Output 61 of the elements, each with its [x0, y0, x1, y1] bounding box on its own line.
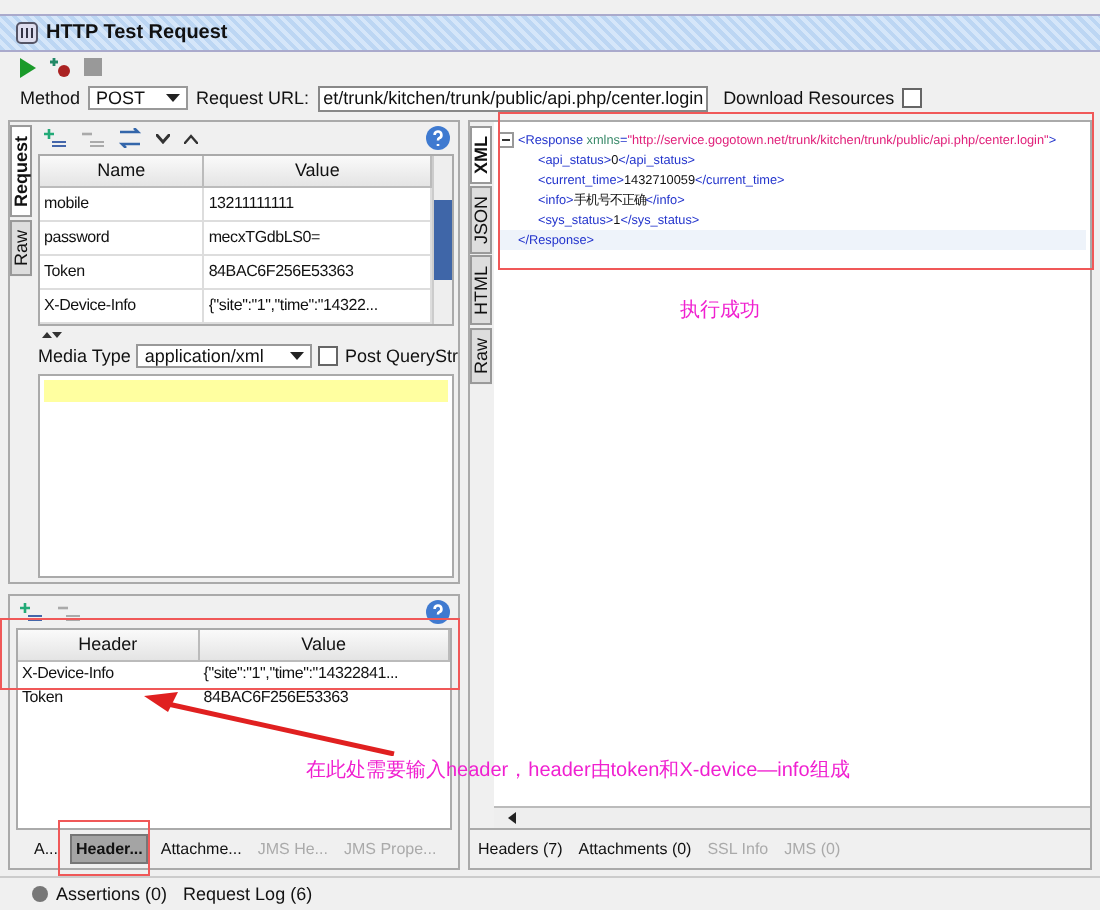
- column-header[interactable]: Value: [204, 156, 432, 188]
- add-step-icon[interactable]: [48, 56, 72, 78]
- panel-tab[interactable]: Headers (7): [474, 836, 567, 862]
- window-title: HTTP Test Request: [46, 22, 228, 44]
- window-icon: [16, 22, 38, 44]
- method-label: Method: [20, 88, 81, 108]
- annotation-text: 执行成功: [680, 297, 760, 324]
- media-type-label: Media Type: [38, 345, 131, 365]
- param-name-cell: mobile: [40, 188, 205, 222]
- caret-icon: [166, 94, 181, 102]
- horizontal-scrollbar[interactable]: [494, 806, 1090, 828]
- status-dot-icon: [32, 886, 48, 902]
- param-name-cell: X-Device-Info: [40, 290, 205, 324]
- help-icon[interactable]: [426, 600, 450, 624]
- column-header[interactable]: Header: [18, 630, 200, 662]
- highlight-frame: [58, 820, 150, 876]
- column-header[interactable]: Name: [40, 156, 205, 188]
- scroll-left-icon[interactable]: [508, 812, 516, 824]
- media-type-dropdown[interactable]: application/xml: [136, 343, 313, 367]
- header-value-cell-text: 84BAC6F256E53363: [201, 686, 351, 710]
- param-value-cell: 13211111111: [204, 188, 432, 222]
- side-tab[interactable]: HTML: [470, 256, 492, 326]
- header-name-cell-text: Token: [20, 686, 65, 710]
- add-header-icon[interactable]: [18, 602, 42, 622]
- method-dropdown[interactable]: POST: [88, 86, 189, 110]
- header-name-cell-text: X-Device-Info: [20, 662, 116, 686]
- param-name-cell: password: [40, 222, 205, 256]
- param-value-cell: mecxTGdbLS0=: [204, 222, 432, 256]
- help-icon[interactable]: [426, 126, 450, 150]
- side-tab[interactable]: Raw: [470, 327, 492, 384]
- panel-tab[interactable]: A...: [30, 836, 63, 862]
- move-down-icon[interactable]: [156, 133, 170, 143]
- side-tab[interactable]: XML: [470, 126, 492, 184]
- column-header[interactable]: Value: [199, 630, 450, 662]
- move-up-icon[interactable]: [184, 133, 198, 143]
- param-value-cell: 84BAC6F256E53363: [204, 256, 432, 290]
- run-icon[interactable]: [20, 57, 36, 77]
- download-checkbox[interactable]: [902, 88, 923, 108]
- annotation-text: 在此处需要输入header，header由token和X-device—info组成: [306, 757, 850, 784]
- swap-icon[interactable]: [118, 128, 142, 148]
- download-resources-label: Download Resources: [723, 88, 895, 108]
- vertical-scrollbar[interactable]: [432, 156, 452, 324]
- post-querystring-checkbox[interactable]: [318, 345, 339, 365]
- caret-icon: [290, 351, 305, 359]
- status-tab[interactable]: Assertions (0): [56, 884, 168, 904]
- header-value-cell-text: {"site":"1","time":"14322841...: [201, 662, 401, 686]
- status-tab[interactable]: Request Log (6): [183, 884, 313, 904]
- add-param-icon[interactable]: [42, 128, 66, 148]
- side-tab[interactable]: Request: [10, 126, 32, 218]
- param-value-cell: {"site":"1","time":"14322...: [204, 290, 432, 324]
- param-name-cell: Token: [40, 256, 205, 290]
- side-tab[interactable]: JSON: [470, 186, 492, 255]
- expand-collapse-icon[interactable]: [42, 330, 62, 340]
- panel-tab[interactable]: Attachme...: [156, 836, 246, 862]
- remove-header-icon[interactable]: [56, 602, 80, 622]
- panel-tab[interactable]: Header...: [70, 834, 149, 864]
- side-tab[interactable]: Raw: [10, 219, 32, 276]
- panel-tab[interactable]: Attachments (0): [574, 836, 696, 862]
- post-querystring-label: Post QueryStr: [344, 345, 458, 365]
- url-label: Request URL:: [196, 88, 310, 108]
- url-field[interactable]: et/trunk/kitchen/trunk/public/api.php/center.login: [317, 85, 708, 111]
